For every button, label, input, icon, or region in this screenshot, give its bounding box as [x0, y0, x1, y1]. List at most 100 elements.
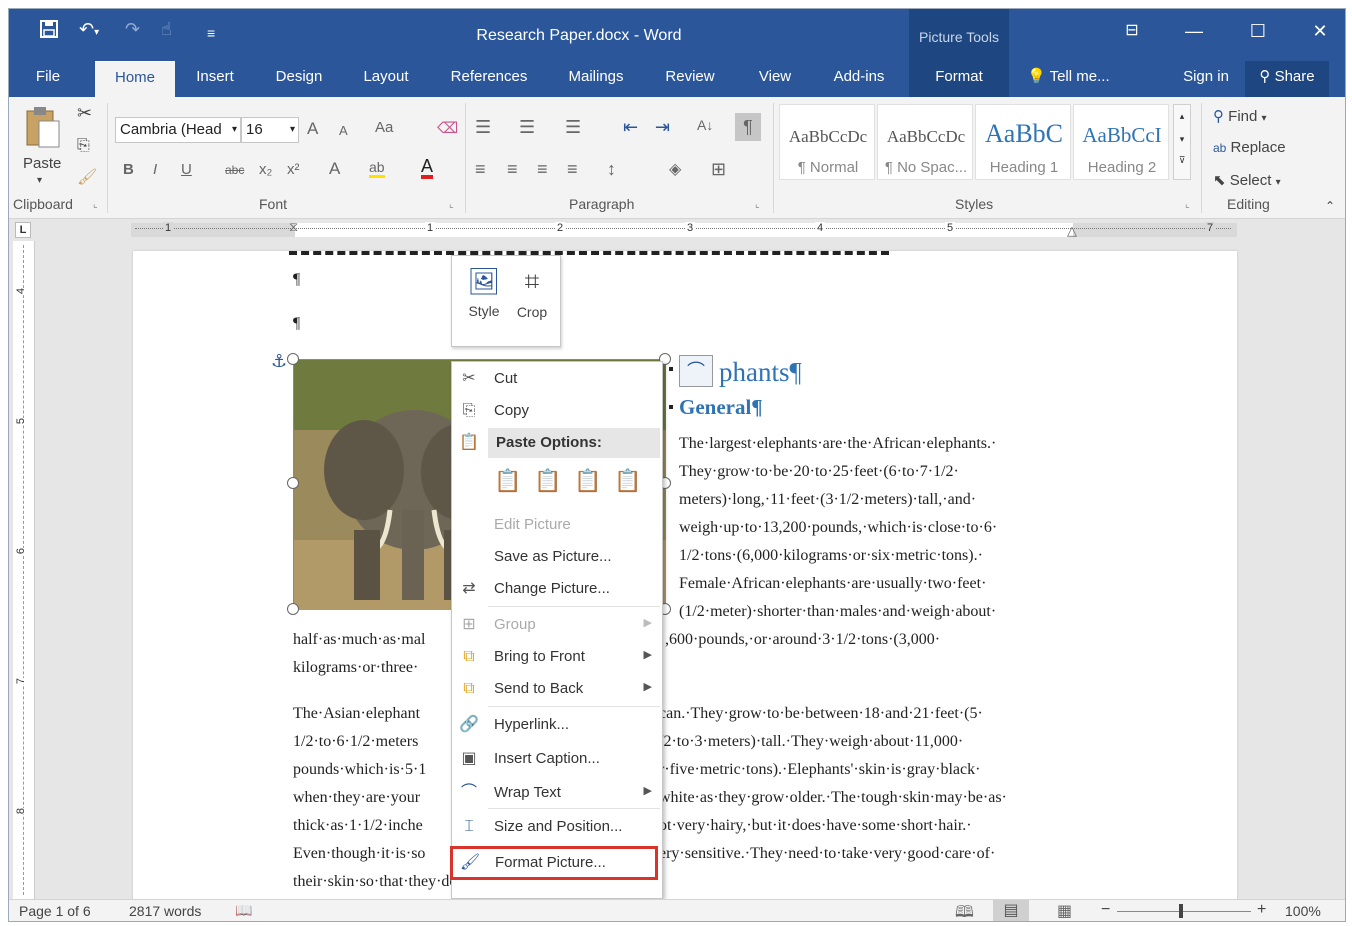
menu-item-change-picture[interactable]: ⇄ Change Picture... — [452, 574, 662, 604]
tab-selector[interactable]: L — [15, 222, 31, 238]
underline-icon[interactable]: U — [181, 161, 192, 178]
menu-item-cut[interactable]: ✂ Cut — [452, 364, 662, 394]
layout-options-icon[interactable]: ⌒ — [679, 355, 713, 387]
tell-me-box[interactable]: 💡 Tell me... — [1027, 61, 1133, 97]
paragraph-launcher-icon[interactable]: ⌞ — [755, 199, 760, 210]
shading-icon[interactable]: ◈ — [669, 159, 681, 179]
tab-review[interactable]: Review — [655, 61, 725, 97]
bullets-icon[interactable]: ☰ — [475, 117, 491, 138]
show-formatting-marks-icon[interactable]: ¶ — [735, 113, 761, 141]
menu-item-edit-picture[interactable]: Edit Picture — [452, 510, 662, 540]
maximize-icon[interactable]: ☐ — [1235, 9, 1281, 61]
paste-dropdown-icon[interactable]: ▾ — [37, 175, 42, 186]
redo-icon[interactable]: ↷ — [125, 19, 140, 40]
crop-button[interactable]: ⌗ Crop — [510, 266, 554, 340]
web-layout-icon[interactable]: ▦ — [1057, 901, 1072, 921]
right-indent-icon[interactable]: △ — [1067, 223, 1077, 239]
strikethrough-icon[interactable]: abc — [225, 163, 244, 177]
scroll-down-icon[interactable]: ▾ — [1174, 134, 1190, 145]
menu-item-format-picture[interactable]: 🖌 Format Picture... — [450, 846, 658, 880]
bold-icon[interactable]: B — [123, 161, 134, 178]
resize-handle[interactable] — [287, 353, 299, 365]
grow-font-icon[interactable]: A — [307, 119, 318, 139]
anchor-icon[interactable]: ⚓ — [271, 351, 287, 372]
close-icon[interactable]: ✕ — [1297, 9, 1343, 61]
print-layout-icon[interactable]: ▤ — [993, 900, 1029, 921]
align-center-icon[interactable]: ≡ — [507, 159, 518, 180]
tab-insert[interactable]: Insert — [185, 61, 245, 97]
tab-addins[interactable]: Add-ins — [819, 61, 899, 97]
more-styles-icon[interactable]: ⊽ — [1174, 155, 1190, 166]
text-effects-icon[interactable]: A — [329, 159, 340, 179]
word-count[interactable]: 2817 words — [129, 903, 201, 919]
zoom-slider-thumb[interactable] — [1179, 904, 1183, 918]
touch-mode-icon[interactable]: ☝ — [161, 19, 172, 40]
numbering-icon[interactable]: ☰ — [519, 117, 535, 138]
style-normal[interactable]: AaBbCcDc ¶ Normal — [779, 104, 875, 180]
sort-icon[interactable]: A↓ — [697, 117, 713, 133]
clipboard-launcher-icon[interactable]: ⌞ — [93, 199, 98, 210]
tab-mailings[interactable]: Mailings — [555, 61, 637, 97]
format-painter-icon[interactable]: 🖌 — [77, 167, 97, 187]
tab-file[interactable]: File — [23, 61, 73, 97]
menu-item-bring-to-front[interactable]: ⧉ Bring to Front ▶ — [452, 642, 662, 672]
paste-label[interactable]: Paste — [23, 155, 61, 172]
font-size-combo[interactable]: 16 ▾ — [241, 117, 299, 143]
justify-icon[interactable]: ≡ — [567, 159, 578, 180]
multilevel-list-icon[interactable]: ☰ — [565, 117, 581, 138]
style-no-spacing[interactable]: AaBbCcDc ¶ No Spac... — [877, 104, 973, 180]
document-area[interactable]: ¶ ¶ ⚓ ⌒ phants¶ General¶ The·largest·ele… — [35, 241, 1345, 899]
document-page[interactable]: ¶ ¶ ⚓ ⌒ phants¶ General¶ The·largest·ele… — [133, 251, 1237, 899]
picture-paste-icon[interactable]: 📋 — [574, 468, 601, 494]
menu-item-save-as-picture[interactable]: Save as Picture... — [452, 542, 662, 572]
resize-handle[interactable] — [287, 477, 299, 489]
decrease-indent-icon[interactable]: ⇤ — [623, 117, 638, 138]
increase-indent-icon[interactable]: ⇥ — [655, 117, 670, 138]
clear-formatting-icon[interactable]: ⌫ — [437, 119, 458, 137]
superscript-icon[interactable]: x² — [287, 161, 300, 178]
style-heading-1[interactable]: AaBbC Heading 1 — [975, 104, 1071, 180]
italic-icon[interactable]: I — [153, 161, 157, 178]
font-launcher-icon[interactable]: ⌞ — [449, 199, 454, 210]
zoom-level[interactable]: 100% — [1285, 903, 1321, 919]
select-button[interactable]: ⬉ Select ▾ — [1213, 171, 1281, 189]
share-button[interactable]: ⚲ Share — [1245, 61, 1329, 97]
style-heading-2[interactable]: AaBbCcI Heading 2 — [1073, 104, 1169, 180]
menu-item-send-to-back[interactable]: ⧉ Send to Back ▶ — [452, 674, 662, 704]
menu-item-size-and-position[interactable]: ⌶ Size and Position... — [452, 812, 662, 842]
cut-icon[interactable]: ✂ — [77, 103, 92, 124]
horizontal-ruler[interactable]: 1 1 2 3 4 5 7 ⧖ △ — [131, 219, 1237, 239]
ribbon-display-icon[interactable]: ⊟ — [1109, 9, 1155, 61]
align-left-icon[interactable]: ≡ — [475, 159, 486, 180]
read-mode-icon[interactable]: 🕮 — [955, 901, 974, 921]
collapse-ribbon-icon[interactable]: ⌃ — [1325, 199, 1335, 213]
tab-format[interactable]: Format — [909, 61, 1009, 97]
sign-in-link[interactable]: Sign in — [1173, 61, 1239, 97]
paste-button[interactable] — [23, 105, 63, 149]
styles-launcher-icon[interactable]: ⌞ — [1185, 199, 1190, 210]
change-case-icon[interactable]: Aa — [375, 119, 393, 136]
copy-icon[interactable]: ⎘ — [77, 137, 90, 155]
page-count[interactable]: Page 1 of 6 — [19, 903, 91, 919]
font-name-combo[interactable]: Cambria (Head ▾ — [115, 117, 241, 143]
menu-item-hyperlink[interactable]: 🔗 Hyperlink... — [452, 710, 662, 740]
replace-button[interactable]: ab Replace — [1213, 139, 1286, 156]
tab-layout[interactable]: Layout — [351, 61, 421, 97]
menu-item-copy[interactable]: ⎘ Copy — [452, 396, 662, 426]
borders-icon[interactable]: ⊞ — [711, 159, 726, 180]
zoom-in-icon[interactable]: + — [1257, 901, 1266, 919]
customize-qat-icon[interactable]: ≡ — [207, 25, 215, 41]
align-right-icon[interactable]: ≡ — [537, 159, 548, 180]
keep-text-only-icon[interactable]: 📋 — [614, 468, 641, 494]
save-icon[interactable] — [39, 19, 59, 44]
resize-handle[interactable] — [287, 603, 299, 615]
find-button[interactable]: ⚲ Find ▾ — [1213, 107, 1267, 125]
scroll-up-icon[interactable]: ▴ — [1174, 111, 1190, 122]
menu-item-group[interactable]: ⊞ Group ▶ — [452, 610, 662, 640]
zoom-slider[interactable] — [1117, 911, 1251, 912]
menu-item-insert-caption[interactable]: ▣ Insert Caption... — [452, 744, 662, 774]
highlight-icon[interactable]: ab — [369, 159, 385, 178]
subscript-icon[interactable]: x₂ — [259, 161, 272, 178]
tab-home[interactable]: Home — [95, 61, 175, 97]
vertical-ruler[interactable]: 4 5 6 7 8 — [13, 241, 35, 899]
